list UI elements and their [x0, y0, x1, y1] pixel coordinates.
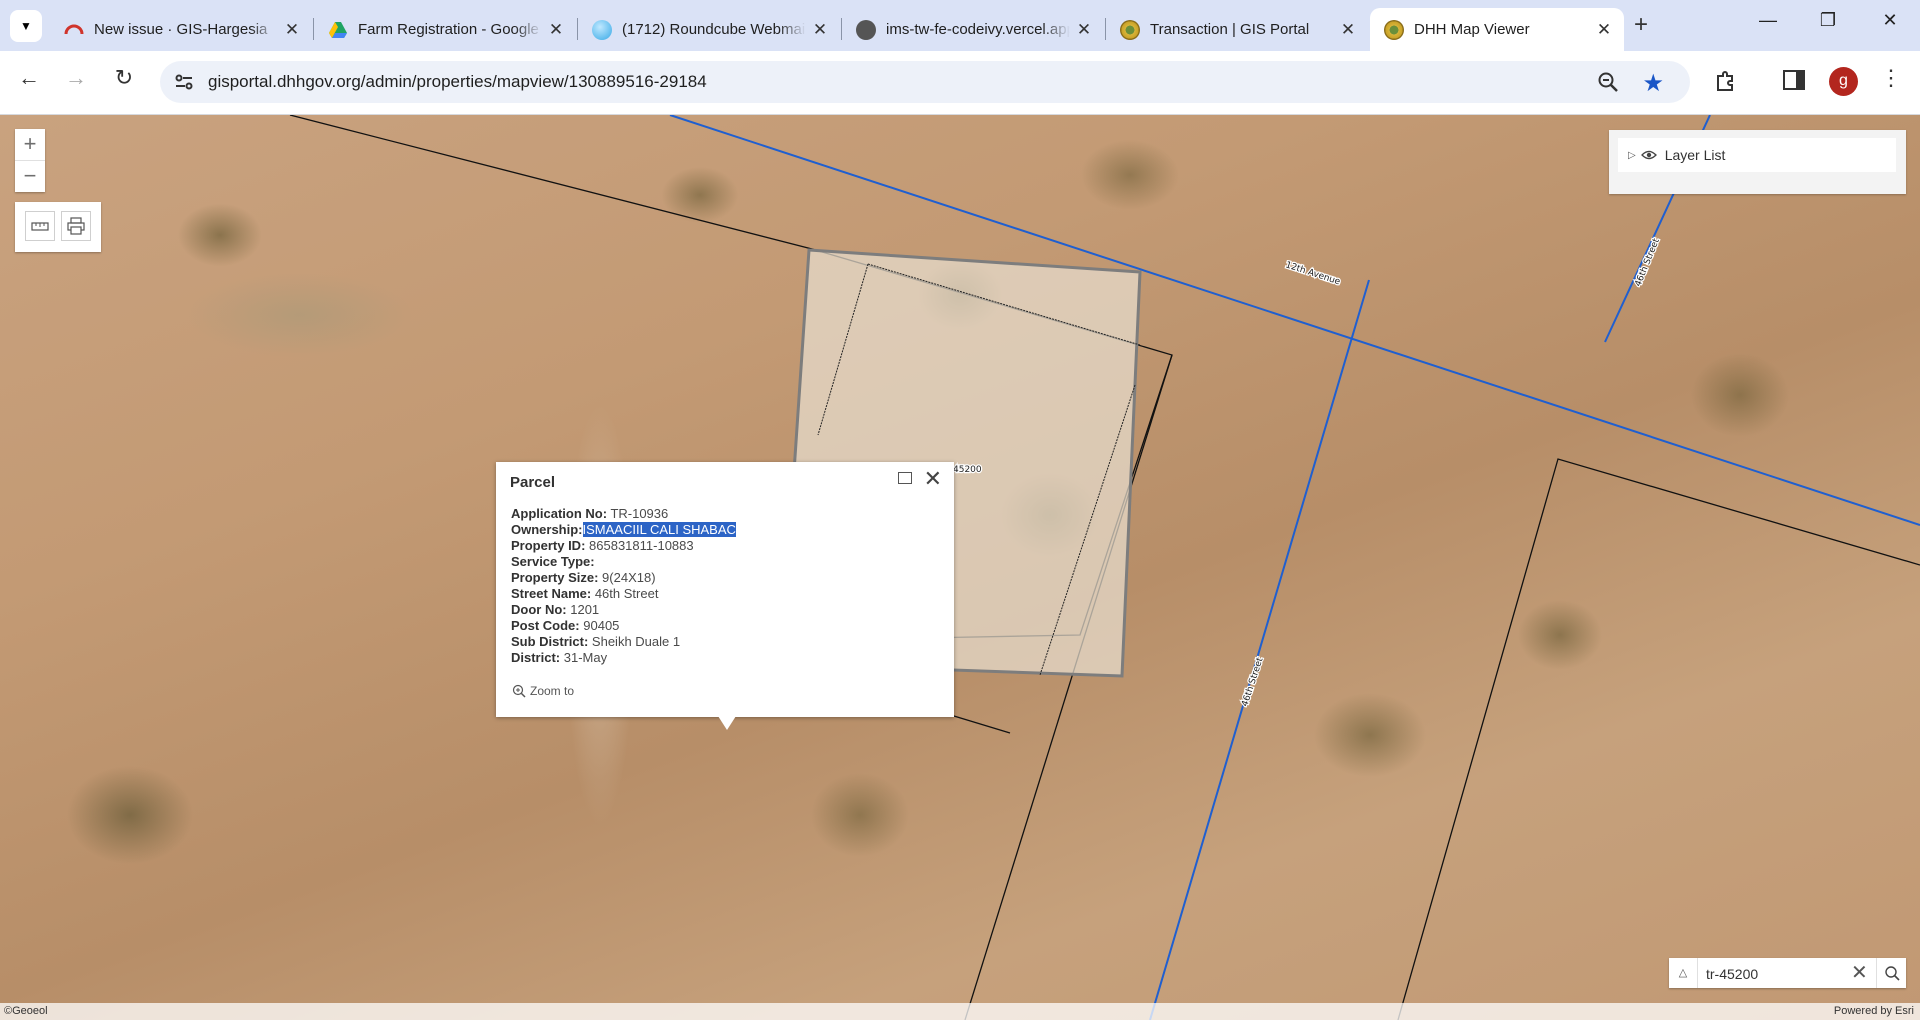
close-tab-icon[interactable]: ✕ — [1334, 20, 1362, 40]
map-attribution: ©Geoeol Powered by Esri — [0, 1003, 1920, 1020]
map-tools — [15, 202, 101, 252]
back-button[interactable]: ← — [11, 65, 47, 91]
measure-tool-button[interactable] — [25, 211, 55, 241]
restore-button[interactable]: ❐ — [1808, 10, 1848, 31]
tab-dhh-map-viewer[interactable]: DHH Map Viewer ✕ — [1370, 8, 1624, 51]
tab-title: New issue · GIS-Hargesia — [94, 21, 268, 38]
street-label-12th-avenue: 12th Avenue — [1284, 260, 1342, 287]
tab-transaction-gis-portal[interactable]: Transaction | GIS Portal ✕ — [1106, 8, 1368, 51]
close-tab-icon[interactable]: ✕ — [1070, 20, 1098, 40]
attribute-row: Property ID: 865831811-10883 — [511, 538, 694, 553]
minimize-button[interactable]: — — [1748, 10, 1788, 31]
close-window-button[interactable]: ✕ — [1870, 10, 1910, 31]
dock-icon[interactable] — [898, 472, 912, 484]
street-label-46th-street: 46th Street — [1240, 656, 1265, 708]
profile-avatar[interactable]: g — [1829, 67, 1858, 96]
attribute-row: Post Code: 90405 — [511, 618, 620, 633]
tab-title: (1712) Roundcube Webmail — [622, 21, 806, 38]
forward-button[interactable]: → — [58, 65, 94, 91]
layer-list-title: Layer List — [1664, 147, 1726, 163]
url-text[interactable]: gisportal.dhhgov.org/admin/properties/ma… — [208, 72, 707, 92]
close-tab-icon[interactable]: ✕ — [278, 20, 306, 40]
attribute-row: District: 31-May — [511, 650, 608, 665]
close-tab-icon[interactable]: ✕ — [542, 20, 570, 40]
gitlab-icon — [64, 20, 84, 40]
extensions-puzzle-icon[interactable] — [1714, 69, 1738, 93]
zoom-control: + − — [15, 129, 45, 192]
attribute-row: Street Name: 46th Street — [511, 586, 659, 601]
attribute-row: Service Type: — [511, 554, 595, 569]
tab-ims-vercel[interactable]: ims-tw-fe-codeivy.vercel.app ✕ — [842, 8, 1104, 51]
eye-icon[interactable] — [1640, 149, 1657, 161]
parcel-number-label: 45200 — [953, 465, 982, 475]
close-tab-icon[interactable]: ✕ — [806, 20, 834, 40]
search-input[interactable] — [1704, 963, 1848, 985]
arrow-right-icon: → — [65, 65, 87, 90]
arrow-left-icon: ← — [18, 65, 40, 90]
tab-gitlab-issue[interactable]: New issue · GIS-Hargesia ✕ — [50, 8, 312, 51]
close-tab-icon[interactable]: ✕ — [1590, 20, 1618, 40]
tab-farm-registration[interactable]: Farm Registration - Google ✕ — [314, 8, 576, 51]
tab-title: ims-tw-fe-codeivy.vercel.app — [886, 21, 1070, 38]
search-icon — [1885, 966, 1900, 981]
gis-portal-icon — [1384, 19, 1404, 40]
globe-icon — [856, 19, 876, 40]
attribute-row: Application No: TR-10936 — [511, 506, 669, 521]
selected-ownership-text: ISMAACIIL CALI SHABAC — [582, 522, 736, 537]
zoom-out-button[interactable]: − — [15, 160, 45, 192]
attribute-row: Property Size: 9(24X18) — [511, 570, 656, 585]
zoom-magnifier-icon[interactable] — [1596, 70, 1620, 94]
clear-search-icon[interactable]: ✕ — [1851, 960, 1868, 985]
site-info-icon[interactable] — [172, 70, 196, 94]
close-icon[interactable]: ✕ — [924, 466, 942, 492]
chevron-down-icon: ▼ — [20, 19, 32, 33]
tab-title: DHH Map Viewer — [1414, 21, 1530, 38]
google-drive-icon — [328, 20, 348, 40]
zoom-to-magnifier-icon — [512, 684, 526, 698]
search-button[interactable] — [1876, 958, 1907, 988]
tab-title: Farm Registration - Google — [358, 21, 539, 38]
street-label-46th-street: 46th Street — [1634, 237, 1663, 288]
gis-portal-icon — [1120, 19, 1140, 40]
popup-attributes: Application No: TR-10936 Ownership:ISMAA… — [511, 506, 736, 666]
road-46th-street — [1149, 279, 1370, 1020]
search-source-toggle[interactable]: △ — [1669, 958, 1698, 988]
layer-list-header[interactable]: ▷ Layer List — [1618, 138, 1896, 172]
address-bar[interactable]: gisportal.dhhgov.org/admin/properties/ma… — [160, 61, 1690, 103]
expand-triangle-icon[interactable]: ▷ — [1628, 150, 1636, 161]
tab-search-button[interactable]: ▼ — [10, 10, 42, 42]
zoom-to-label: Zoom to — [530, 684, 575, 698]
parcel-boundary — [1397, 458, 1920, 1020]
attribute-row: Door No: 1201 — [511, 602, 600, 617]
attribute-row: Sub District: Sheikh Duale 1 — [511, 634, 681, 649]
parcel-popup: Parcel ✕ Application No: TR-10936 Owners… — [496, 462, 954, 717]
tab-roundcube-webmail[interactable]: (1712) Roundcube Webmail ✕ — [578, 8, 840, 51]
reload-icon: ↻ — [114, 65, 134, 90]
powered-by-text[interactable]: Powered by Esri — [1834, 1005, 1914, 1017]
tab-title: Transaction | GIS Portal — [1150, 21, 1310, 38]
new-tab-button[interactable]: + — [1634, 11, 1648, 39]
popup-pointer — [718, 716, 736, 730]
reload-button[interactable]: ↻ — [106, 65, 142, 91]
attribution-text: ©Geoeol — [4, 1005, 48, 1017]
roundcube-icon — [592, 19, 612, 40]
popup-title: Parcel — [510, 474, 556, 491]
zoom-in-button[interactable]: + — [15, 129, 45, 160]
layer-list-panel: ▷ Layer List — [1609, 130, 1906, 194]
browser-menu-icon[interactable]: ⋮ — [1880, 65, 1902, 91]
printer-icon — [67, 217, 85, 235]
bookmark-star-icon[interactable]: ★ — [1642, 69, 1664, 98]
ruler-icon — [31, 222, 49, 231]
map-graphics: 12th Avenue 46th Street 46th Street 4520… — [289, 115, 1920, 1020]
side-panel-icon[interactable] — [1783, 70, 1805, 90]
attribute-row: Ownership:ISMAACIIL CALI SHABAC — [511, 522, 736, 537]
map-view[interactable]: 12th Avenue 46th Street 46th Street 4520… — [0, 115, 1920, 1020]
zoom-to-button[interactable]: Zoom to — [512, 684, 574, 698]
map-search: △ ✕ — [1669, 958, 1906, 988]
print-tool-button[interactable] — [61, 211, 91, 241]
browser-tab-strip: ▼ New issue · GIS-Hargesia ✕ Farm Regist… — [0, 0, 1920, 51]
browser-toolbar: ← → ↻ gisportal.dhhgov.org/admin/propert… — [0, 51, 1920, 115]
